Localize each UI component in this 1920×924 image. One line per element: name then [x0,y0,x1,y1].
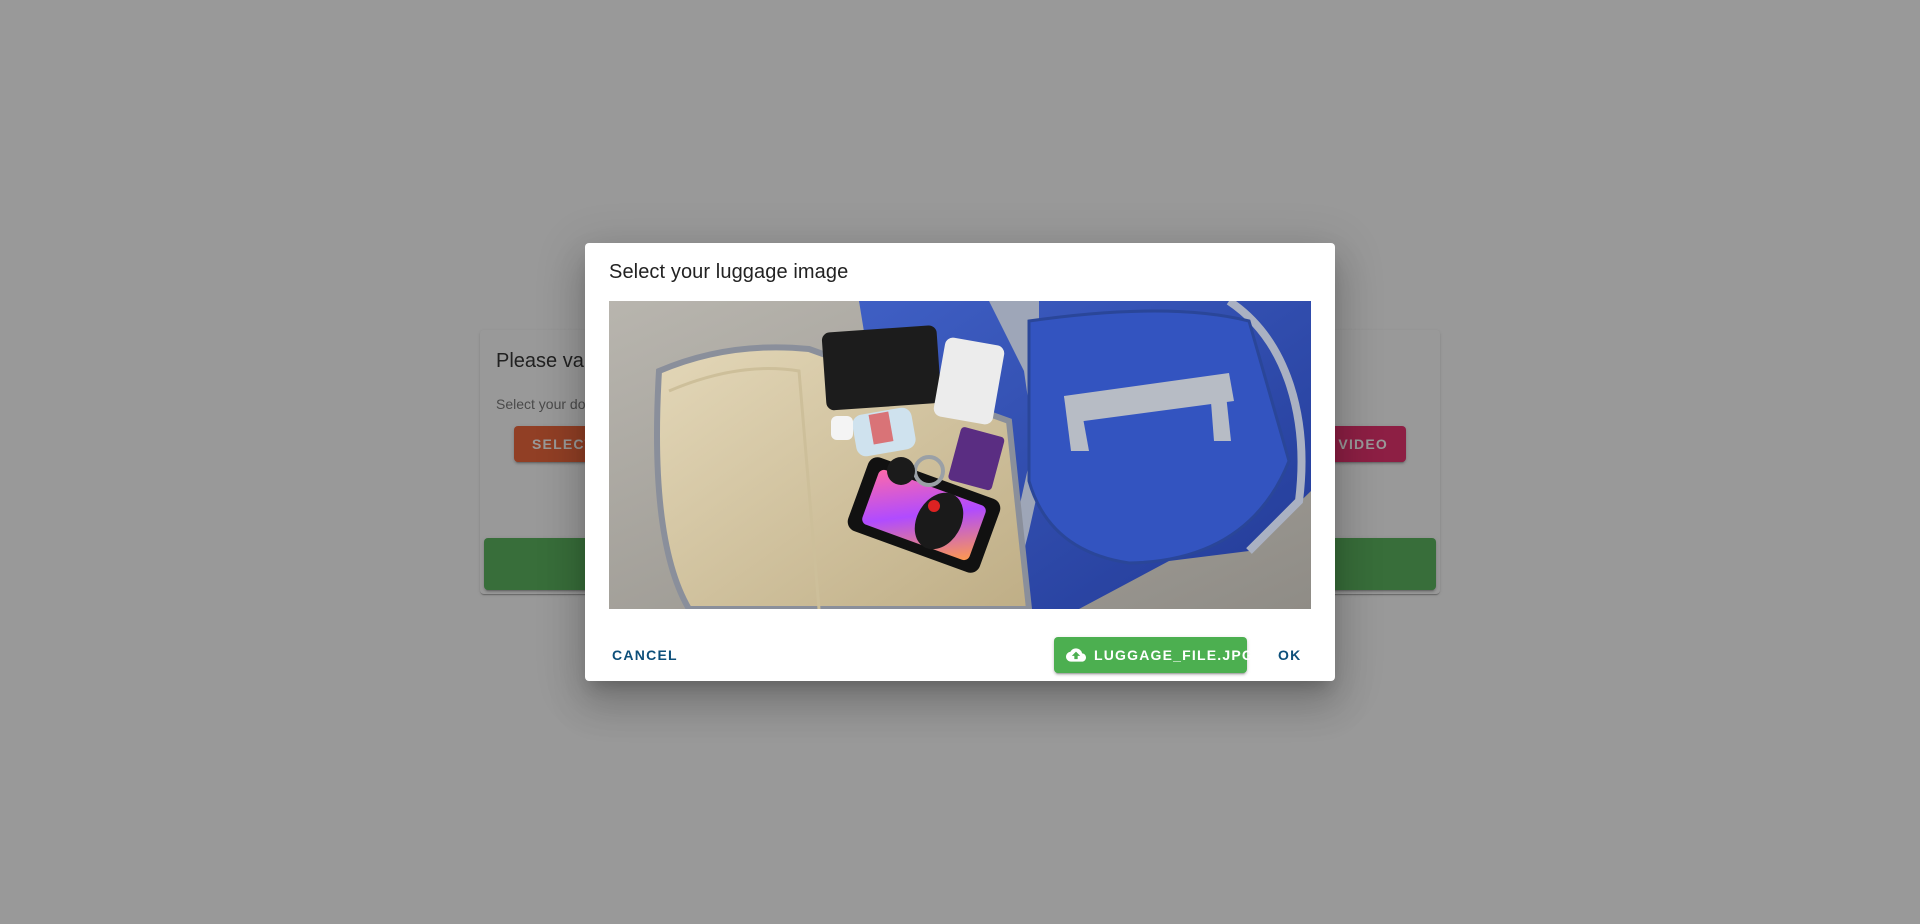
cloud-upload-icon [1066,645,1086,665]
dialog-title: Select your luggage image [609,261,849,283]
select-luggage-dialog: Select your luggage image CANCEL LUGGAGE… [585,243,1335,681]
luggage-file-label: LUGGAGE_FILE.JPG [1094,647,1254,663]
luggage-image-preview [609,301,1311,609]
cancel-button[interactable]: CANCEL [610,637,680,673]
luggage-photo [609,301,1311,609]
ok-button[interactable]: OK [1276,637,1304,673]
dialog-actions: CANCEL LUGGAGE_FILE.JPG OK [585,637,1335,673]
luggage-file-upload-button[interactable]: LUGGAGE_FILE.JPG [1054,637,1253,673]
